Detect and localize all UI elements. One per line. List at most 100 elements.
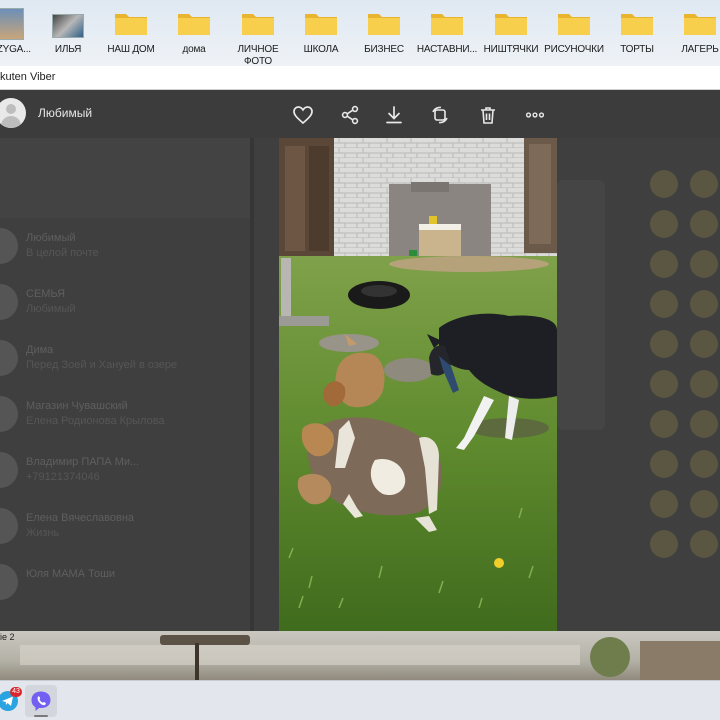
avatar	[0, 228, 18, 264]
share-icon	[341, 105, 359, 125]
window-titlebar[interactable]: kuten Viber	[0, 66, 720, 90]
avatar	[0, 564, 18, 600]
sidebar-header-dimmed	[0, 138, 250, 218]
avatar	[0, 340, 18, 376]
desktop-icon[interactable]: ИЛЬЯ	[36, 6, 100, 64]
chat-preview: В целой почте	[26, 247, 99, 259]
emoji-icon	[650, 330, 678, 358]
folder-icon	[431, 14, 463, 35]
chat-list-item: Юля МАМА Тоши	[0, 556, 250, 610]
folder-icon	[115, 14, 147, 35]
emoji-icon	[690, 170, 718, 198]
emoji-icon	[690, 210, 718, 238]
emoji-icon	[650, 290, 678, 318]
emoji-icon	[690, 370, 718, 398]
contact-name[interactable]: Любимый	[38, 106, 92, 120]
folder-icon	[621, 14, 653, 35]
desktop-icon-label: РИСУНОЧКИ	[544, 44, 604, 55]
folder-icon	[558, 14, 590, 35]
desktop-icon-label: ИЛЬЯ	[54, 44, 82, 55]
chat-name: СЕМЬЯ	[26, 288, 66, 300]
folder-icon	[684, 14, 716, 35]
desktop-icon[interactable]: дома	[162, 6, 226, 64]
folder-icon	[368, 14, 400, 35]
desktop-icon[interactable]: ТОРТЫ	[605, 6, 669, 64]
desktop-icon-strip: OZYGA... ИЛЬЯ НАШ ДОМ дома ЛИЧНОЕ ФОТО Ш…	[0, 0, 720, 66]
folder-icon	[178, 14, 210, 35]
sidebar-divider	[250, 138, 254, 631]
rotate-icon	[432, 106, 448, 124]
chat-list-item: Магазин Чувашский Елена Родионова Крылов…	[0, 388, 250, 442]
taskbar-telegram[interactable]: 43	[0, 685, 24, 717]
desktop-icon-label: НАШ ДОМ	[107, 44, 155, 55]
desktop-icon-label: БИЗНЕС	[364, 44, 404, 55]
chat-list-item: Дима Перед Зоей и Хануей в озере	[0, 332, 250, 386]
emoji-icon	[690, 450, 718, 478]
desktop-icon-label: ШКОЛА	[303, 44, 339, 55]
desktop-icon[interactable]: РИСУНОЧКИ	[542, 6, 606, 64]
emoji-icon	[690, 250, 718, 278]
chat-name: Любимый	[26, 232, 76, 244]
emoji-icon	[690, 490, 718, 518]
chat-list-item: Елена Вячеславовна Жизнь	[0, 500, 250, 554]
desktop-icon-label: ЛИЧНОЕ ФОТО	[237, 44, 279, 66]
chat-preview: Перед Зоей и Хануей в озере	[26, 359, 178, 371]
emoji-icon	[650, 370, 678, 398]
chat-preview: Жизнь	[26, 527, 60, 539]
more-icon	[525, 112, 545, 118]
desktop-icon[interactable]: ШКОЛА	[289, 6, 353, 64]
folder-icon	[242, 14, 274, 35]
active-indicator	[34, 715, 48, 717]
desktop-icon[interactable]: ЛАГЕРЬ	[668, 6, 720, 64]
taskbar: 43	[0, 680, 720, 720]
taskbar-viber[interactable]	[25, 685, 57, 717]
avatar	[0, 284, 18, 320]
desktop-icon-label: ТОРТЫ	[620, 44, 654, 55]
window-title: kuten Viber	[0, 71, 56, 83]
share-button[interactable]	[337, 102, 363, 128]
message-bubble-dimmed	[557, 180, 605, 430]
avatar	[0, 452, 18, 488]
chat-list-item: СЕМЬЯ Любимый	[0, 276, 250, 330]
desktop-wallpaper: ie 2	[0, 631, 720, 680]
file-thumbnail-icon	[0, 8, 24, 40]
chat-preview: Любимый	[26, 303, 76, 315]
desktop-icon-label: НАСТАВНИ...	[416, 44, 478, 55]
download-icon	[386, 106, 402, 124]
chat-name: Елена Вячеславовна	[26, 512, 135, 524]
like-button[interactable]	[290, 102, 316, 128]
trash-icon	[481, 107, 495, 124]
heart-icon	[293, 106, 313, 125]
desktop-icon-label: ЛАГЕРЬ	[681, 44, 719, 55]
emoji-icon	[650, 210, 678, 238]
chat-preview: Елена Родионова Крылова	[26, 415, 165, 427]
folder-icon	[305, 14, 337, 35]
chat-name: Дима	[26, 344, 54, 356]
unread-badge: 43	[10, 687, 22, 697]
desktop-icon[interactable]: БИЗНЕС	[352, 6, 416, 64]
avatar	[0, 396, 18, 432]
more-button[interactable]	[522, 102, 548, 128]
desktop-icon[interactable]: НАСТАВНИ...	[415, 6, 479, 64]
chat-name: Юля МАМА Тоши	[26, 568, 116, 580]
photo-image	[279, 138, 557, 631]
desktop-icon[interactable]: НАШ ДОМ	[99, 6, 163, 64]
rotate-button[interactable]	[427, 102, 453, 128]
media-photo[interactable]	[279, 138, 557, 631]
download-button[interactable]	[381, 102, 407, 128]
folder-icon	[495, 14, 527, 35]
file-thumbnail-icon	[52, 14, 84, 38]
emoji-icon	[650, 410, 678, 438]
chat-list-item: Владимир ПАПА Ми... +79121374046	[0, 444, 250, 498]
desktop-icon[interactable]: ЛИЧНОЕ ФОТО	[226, 6, 290, 66]
emoji-icon	[690, 330, 718, 358]
avatar[interactable]	[0, 98, 26, 128]
desktop-icon[interactable]: НИШТЯЧКИ	[479, 6, 543, 64]
media-viewer-header: Любимый	[0, 90, 720, 138]
desktop-corner-text: ie 2	[0, 632, 15, 642]
chat-preview: +79121374046	[26, 471, 100, 483]
delete-button[interactable]	[475, 102, 501, 128]
desktop-icon-label: дома	[182, 44, 206, 55]
viber-icon	[31, 691, 51, 711]
chat-list-item: Любимый В целой почте	[0, 220, 250, 274]
